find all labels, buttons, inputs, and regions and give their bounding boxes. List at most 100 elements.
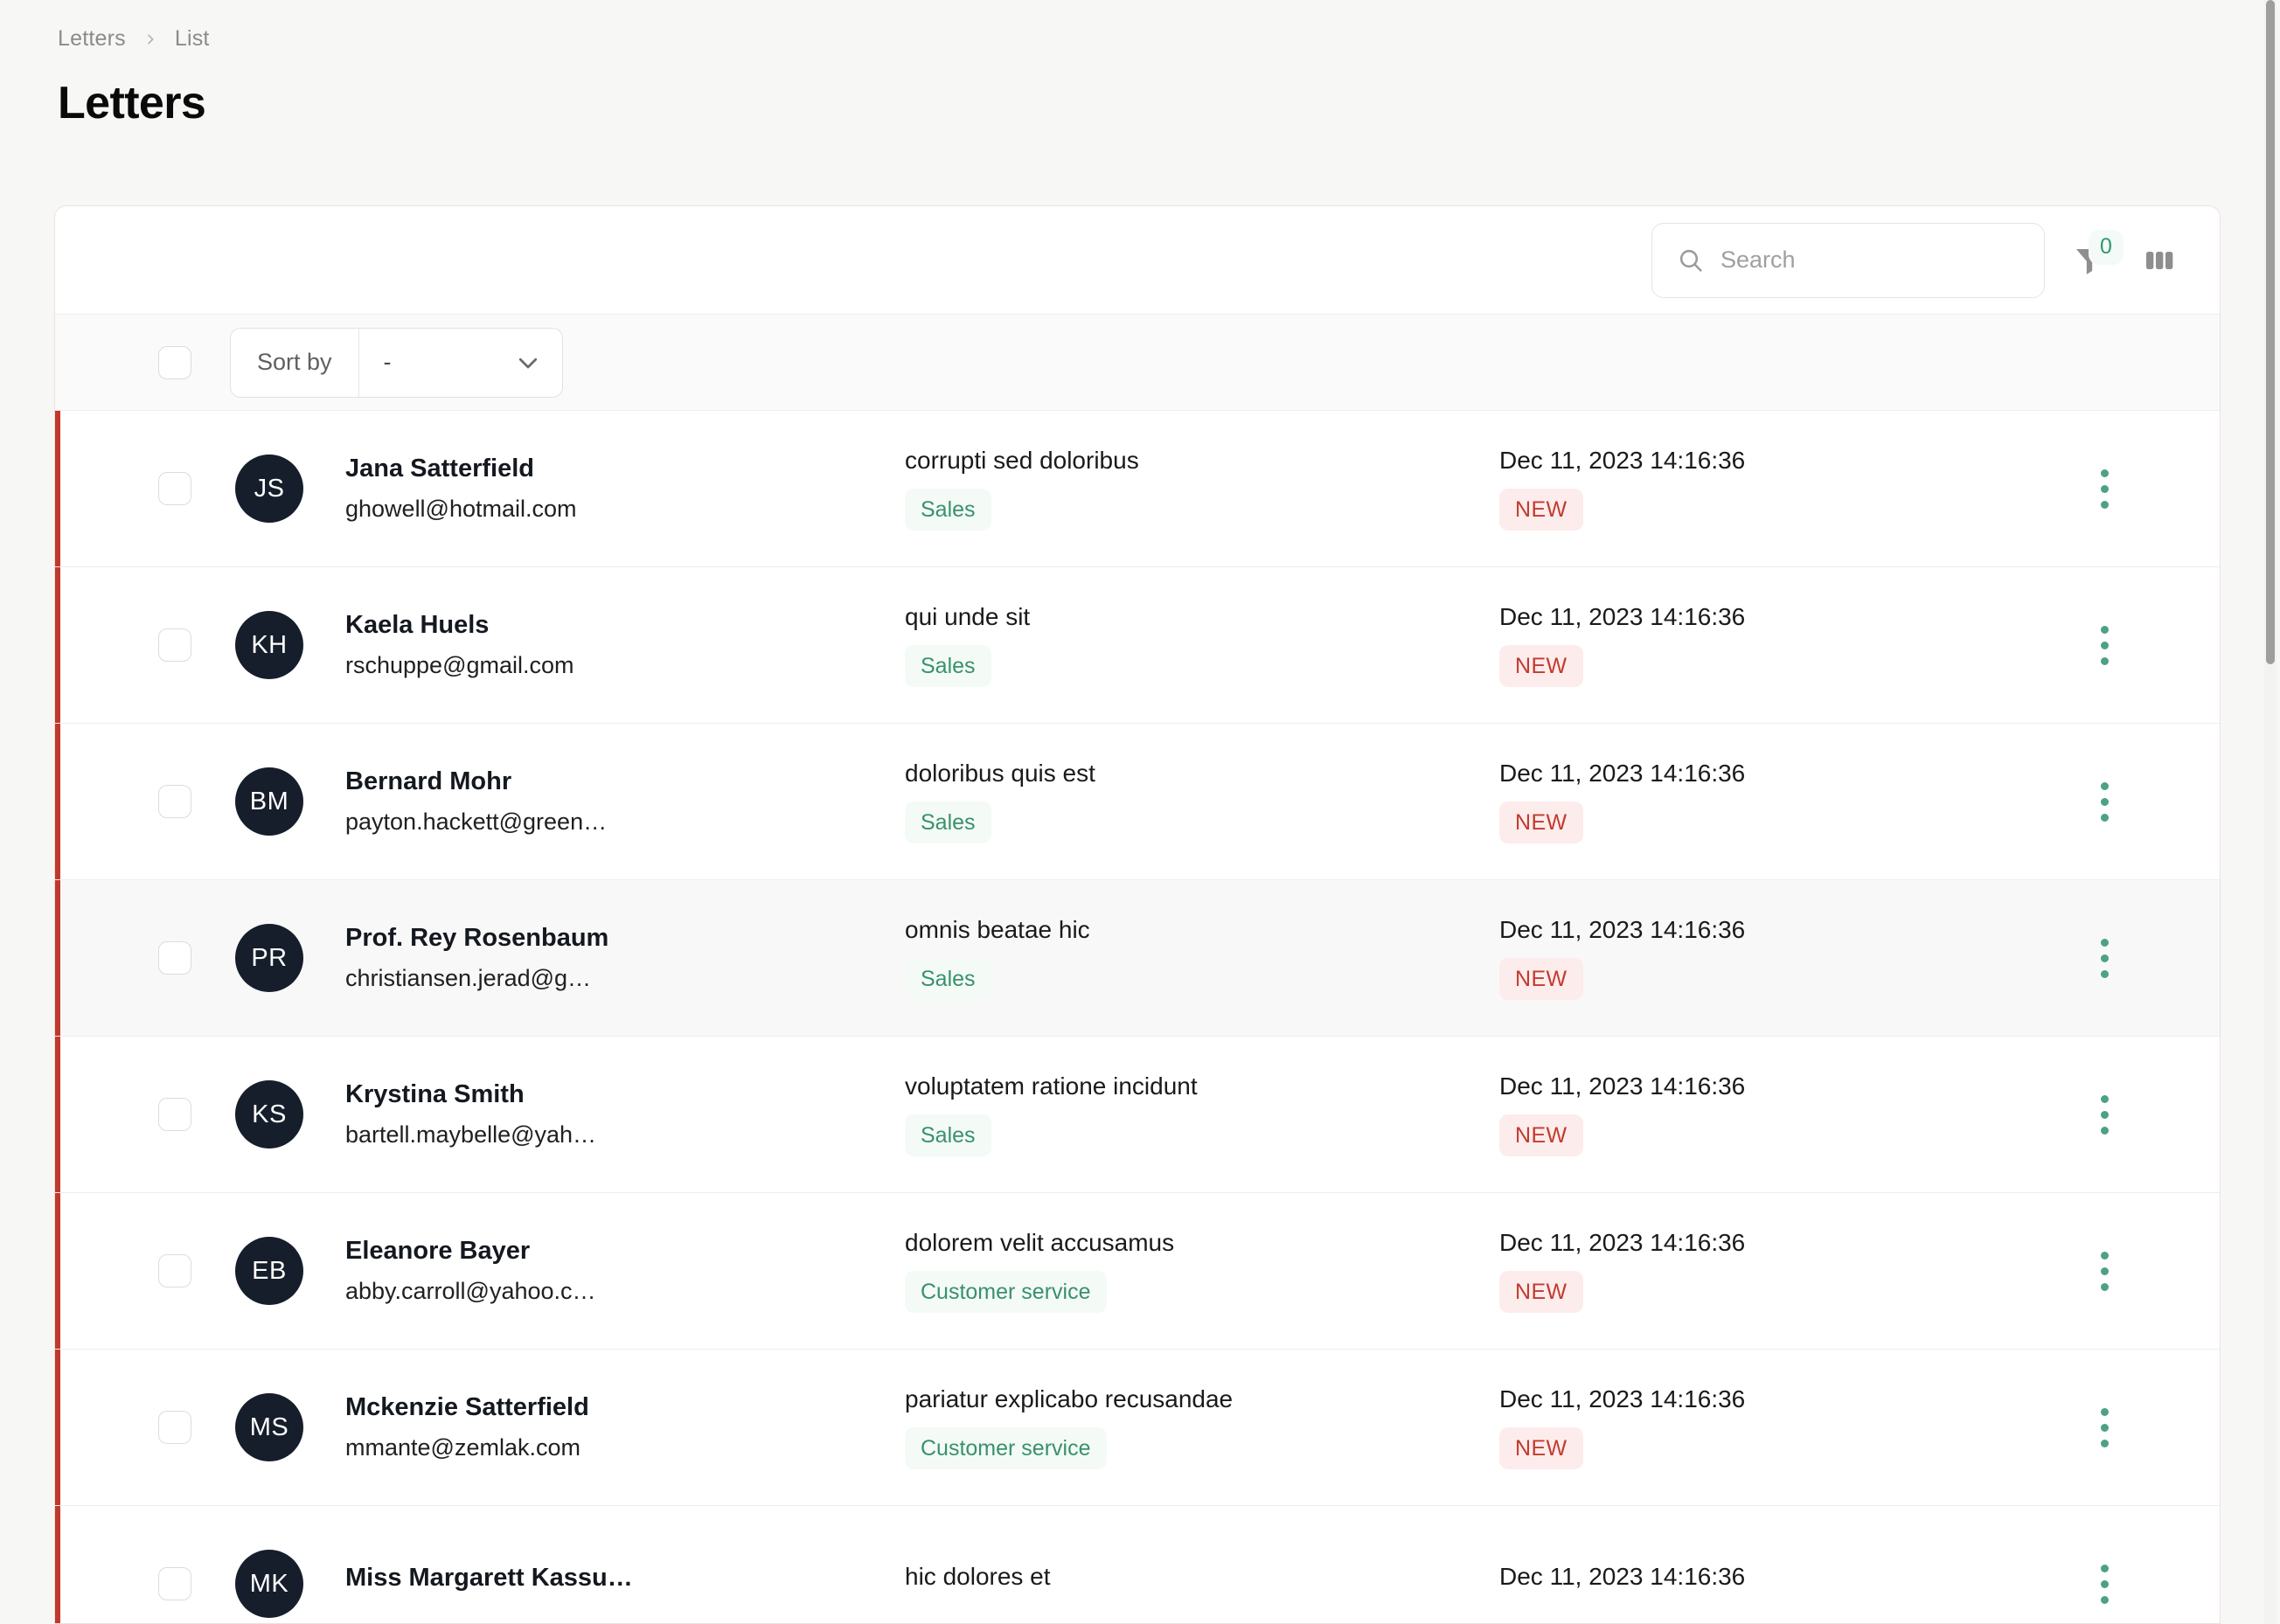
avatar: EB xyxy=(235,1237,303,1305)
table-row[interactable]: MK Miss Margarett Kassu… hic dolores et Dec… xyxy=(55,1506,2220,1623)
status-badge: NEW xyxy=(1499,1427,1583,1469)
status-badge: NEW xyxy=(1499,958,1583,1000)
subject-text: omnis beatae hic xyxy=(905,916,1090,943)
category-badge: Sales xyxy=(905,489,991,531)
row-checkbox[interactable] xyxy=(158,785,191,818)
select-all-checkbox[interactable] xyxy=(158,345,191,379)
sender-cell: Miss Margarett Kassu… xyxy=(345,1564,905,1605)
status-badge: NEW xyxy=(1499,1114,1583,1156)
status-badge: NEW xyxy=(1499,489,1583,531)
table-row[interactable]: BM Bernard Mohr payton.hackett@green… dolor… xyxy=(55,724,2220,880)
sender-name: Kaela Huels xyxy=(345,611,490,639)
date-cell: Dec 11, 2023 14:16:36 NEW xyxy=(1499,760,1989,843)
row-checkbox[interactable] xyxy=(158,1254,191,1287)
sender-email: payton.hackett@green… xyxy=(345,809,608,835)
date-text: Dec 11, 2023 14:16:36 xyxy=(1499,1072,1746,1100)
avatar: KH xyxy=(235,611,303,679)
search-icon xyxy=(1677,246,1705,274)
table-row[interactable]: KH Kaela Huels rschuppe@gmail.com qui unde … xyxy=(55,567,2220,724)
scrollbar-thumb[interactable] xyxy=(2266,0,2275,664)
row-actions-menu[interactable] xyxy=(2087,777,2122,826)
sender-name: Bernard Mohr xyxy=(345,767,512,795)
date-text: Dec 11, 2023 14:16:36 xyxy=(1499,1563,1746,1590)
sender-email: abby.carroll@yahoo.c… xyxy=(345,1278,596,1304)
row-actions-menu[interactable] xyxy=(2087,1090,2122,1139)
row-actions-menu[interactable] xyxy=(2087,1246,2122,1295)
search-input[interactable] xyxy=(1652,223,2044,297)
subject-cell: pariatur explicabo recusandae Customer se… xyxy=(905,1385,1499,1469)
subject-cell: corrupti sed doloribus Sales xyxy=(905,447,1499,531)
date-text: Dec 11, 2023 14:16:36 xyxy=(1499,916,1746,943)
columns-button[interactable] xyxy=(2134,235,2185,286)
sender-email: ghowell@hotmail.com xyxy=(345,496,577,522)
filter-count-badge: 0 xyxy=(2089,229,2124,265)
table-row[interactable]: JS Jana Satterfield ghowell@hotmail.com cor… xyxy=(55,411,2220,567)
table-row[interactable]: MS Mckenzie Satterfield mmante@zemlak.com p… xyxy=(55,1350,2220,1506)
category-badge: Customer service xyxy=(905,1427,1107,1469)
date-cell: Dec 11, 2023 14:16:36 NEW xyxy=(1499,1072,1989,1156)
breadcrumb-item-letters[interactable]: Letters xyxy=(58,26,126,52)
sort-by-select[interactable]: - xyxy=(359,329,562,397)
subject-text: doloribus quis est xyxy=(905,760,1095,787)
row-actions-menu[interactable] xyxy=(2087,621,2122,670)
search-box[interactable] xyxy=(1651,222,2045,298)
letters-card: 0 Sort by - xyxy=(54,205,2221,1624)
category-badge: Customer service xyxy=(905,1271,1107,1313)
page-scrollbar[interactable] xyxy=(2264,0,2277,1624)
date-cell: Dec 11, 2023 14:16:36 NEW xyxy=(1499,1229,1989,1313)
avatar: BM xyxy=(235,767,303,836)
date-text: Dec 11, 2023 14:16:36 xyxy=(1499,1385,1746,1412)
sort-by-value: - xyxy=(383,349,392,375)
status-badge: NEW xyxy=(1499,1271,1583,1313)
sender-cell: Bernard Mohr payton.hackett@green… xyxy=(345,767,905,836)
sender-name: Miss Margarett Kassu… xyxy=(345,1563,633,1592)
sender-email: christiansen.jerad@g… xyxy=(345,965,592,991)
filter-button[interactable]: 0 xyxy=(2064,229,2124,286)
category-badge: Sales xyxy=(905,645,991,687)
date-text: Dec 11, 2023 14:16:36 xyxy=(1499,447,1746,474)
sender-cell: Kaela Huels rschuppe@gmail.com xyxy=(345,611,905,679)
table-row[interactable]: EB Eleanore Bayer abby.carroll@yahoo.c… dol… xyxy=(55,1193,2220,1350)
subject-text: hic dolores et xyxy=(905,1563,1051,1590)
subject-cell: doloribus quis est Sales xyxy=(905,760,1499,843)
sender-cell: Eleanore Bayer abby.carroll@yahoo.c… xyxy=(345,1237,905,1305)
sender-email: rschuppe@gmail.com xyxy=(345,652,574,678)
subject-cell: hic dolores et xyxy=(905,1563,1499,1605)
row-actions-menu[interactable] xyxy=(2087,1559,2122,1608)
row-actions-menu[interactable] xyxy=(2087,464,2122,513)
date-cell: Dec 11, 2023 14:16:36 NEW xyxy=(1499,447,1989,531)
row-actions-menu[interactable] xyxy=(2087,933,2122,982)
sender-name: Krystina Smith xyxy=(345,1080,525,1108)
row-checkbox[interactable] xyxy=(158,941,191,975)
row-checkbox[interactable] xyxy=(158,472,191,505)
sender-name: Prof. Rey Rosenbaum xyxy=(345,924,609,952)
avatar: KS xyxy=(235,1080,303,1149)
table-row[interactable]: KS Krystina Smith bartell.maybelle@yah… vol… xyxy=(55,1037,2220,1193)
sort-control: Sort by - xyxy=(230,327,563,398)
avatar: MK xyxy=(235,1550,303,1618)
subject-cell: voluptatem ratione incidunt Sales xyxy=(905,1072,1499,1156)
subject-text: qui unde sit xyxy=(905,603,1031,630)
category-badge: Sales xyxy=(905,802,991,843)
date-text: Dec 11, 2023 14:16:36 xyxy=(1499,603,1746,630)
avatar: JS xyxy=(235,455,303,523)
date-cell: Dec 11, 2023 14:16:36 NEW xyxy=(1499,1385,1989,1469)
letters-list-page: Letters List Letters 0 xyxy=(0,0,2280,1624)
date-cell: Dec 11, 2023 14:16:36 xyxy=(1499,1563,1989,1605)
subject-cell: qui unde sit Sales xyxy=(905,603,1499,687)
columns-icon xyxy=(2146,251,2173,269)
breadcrumb-item-list[interactable]: List xyxy=(175,26,210,52)
row-checkbox[interactable] xyxy=(158,1567,191,1600)
subject-cell: omnis beatae hic Sales xyxy=(905,916,1499,1000)
table-row[interactable]: PR Prof. Rey Rosenbaum christiansen.jerad@… xyxy=(55,880,2220,1037)
sender-name: Mckenzie Satterfield xyxy=(345,1393,589,1421)
row-actions-menu[interactable] xyxy=(2087,1403,2122,1452)
row-checkbox[interactable] xyxy=(158,1098,191,1131)
letters-table-body: JS Jana Satterfield ghowell@hotmail.com cor… xyxy=(55,411,2220,1623)
row-checkbox[interactable] xyxy=(158,1411,191,1444)
row-checkbox[interactable] xyxy=(158,628,191,662)
date-cell: Dec 11, 2023 14:16:36 NEW xyxy=(1499,916,1989,1000)
page-title: Letters xyxy=(58,78,206,128)
sender-email: mmante@zemlak.com xyxy=(345,1434,580,1461)
sender-cell: Prof. Rey Rosenbaum christiansen.jerad@g… xyxy=(345,924,905,992)
